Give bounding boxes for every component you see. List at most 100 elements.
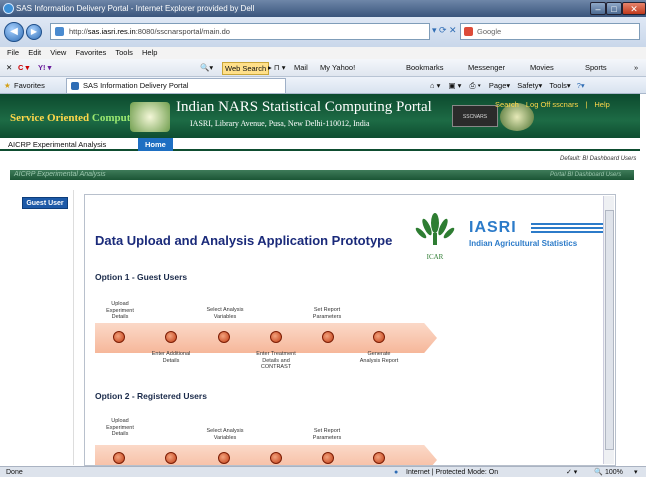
banner-links: Search Log Off sscnars | Help <box>495 100 610 109</box>
help-link[interactable]: Help <box>594 100 609 109</box>
option1-label-additional: Enter Additional Details <box>151 351 191 364</box>
forward-button[interactable]: ▶ <box>26 24 42 40</box>
toolbar-logo-icon[interactable]: C ▾ <box>18 59 29 77</box>
portal-address: IASRI, Library Avenue, Pusa, New Delhi-1… <box>190 119 370 128</box>
svg-text:ICAR: ICAR <box>427 253 444 261</box>
portal-title: Indian NARS Statistical Computing Portal <box>176 99 432 115</box>
minimize-button[interactable]: – <box>590 2 606 15</box>
sports-button[interactable]: Sports <box>585 59 607 77</box>
web-search-button[interactable]: Web Search <box>222 62 270 75</box>
option1-title: Option 1 - Guest Users <box>95 272 188 282</box>
favorites-button[interactable]: Favorites <box>14 77 45 94</box>
addon-toolbar: ✕ C ▾ Y! ▾ 🔍▾ Web Search ▸ ⊓ ▾ Mail My Y… <box>0 59 646 77</box>
option2-label-params: Set Report Parameters <box>312 428 342 441</box>
address-bar[interactable]: http://sas.iasri.res.in:8080/sscnarsport… <box>50 23 430 40</box>
option1-label-upload: Upload Experiment Details <box>106 301 134 320</box>
option2-step-1[interactable] <box>113 452 125 464</box>
option1-step-1[interactable] <box>113 331 125 343</box>
close-button[interactable]: ✕ <box>622 2 646 15</box>
section-right-label: Portal BI Dashboard Users <box>550 172 622 178</box>
google-icon <box>464 27 473 36</box>
option1-label-params: Set Report Parameters <box>312 307 342 320</box>
status-bar: Done ● Internet | Protected Mode: On ✓ ▾… <box>0 466 646 477</box>
help-icon[interactable]: ?▾ <box>577 81 585 90</box>
ie-logo-icon <box>3 3 14 14</box>
content-scrollbar[interactable] <box>603 196 614 464</box>
search-link[interactable]: Search <box>495 100 519 109</box>
sscnars-logo: SSCNARS <box>452 105 498 127</box>
zoom-dropdown-icon[interactable]: ▾ <box>634 467 638 478</box>
menu-favorites[interactable]: Favorites <box>75 48 106 57</box>
search-input[interactable]: Google <box>460 23 640 40</box>
toolbar-separator-icon: ▸ ⊓ ▾ <box>268 63 286 72</box>
close-toolbar-icon[interactable]: ✕ <box>6 59 12 77</box>
option2-step-4[interactable] <box>270 452 282 464</box>
section-title: AICRP Experimental Analysis <box>14 171 106 178</box>
option2-flow-arrow <box>95 445 437 465</box>
tools-menu[interactable]: Tools <box>549 81 567 90</box>
bookmarks-button[interactable]: Bookmarks <box>406 59 444 77</box>
menu-help[interactable]: Help <box>142 48 157 57</box>
option2-step-3[interactable] <box>218 452 230 464</box>
option1-flow-arrow <box>95 323 437 353</box>
option1-step-2[interactable] <box>165 331 177 343</box>
address-toolbar: ◀ ▶ http://sas.iasri.res.in:8080/sscnars… <box>0 17 646 47</box>
scrollbar-thumb[interactable] <box>605 210 614 450</box>
home-icon[interactable]: ⌂ ▾ <box>430 81 440 90</box>
globe-icon: ● <box>394 469 399 476</box>
option2-label-select: Select Analysis Variables <box>206 428 244 441</box>
maximize-button[interactable]: □ <box>606 2 622 15</box>
guest-user-button[interactable]: Guest User <box>22 197 68 209</box>
section-header: AICRP Experimental Analysis Portal BI Da… <box>10 170 634 180</box>
feeds-icon[interactable]: ▣ ▾ <box>448 81 461 90</box>
menu-view[interactable]: View <box>50 48 66 57</box>
banner-logo <box>130 102 170 132</box>
option1-step-3[interactable] <box>218 331 230 343</box>
option1-step-6[interactable] <box>373 331 385 343</box>
menu-bar: File Edit View Favorites Tools Help <box>0 47 646 59</box>
yahoo-logo-icon[interactable]: Y! ▾ <box>38 59 51 77</box>
option1-step-5[interactable] <box>322 331 334 343</box>
page-menu[interactable]: Page <box>489 81 507 90</box>
banner-tagline: Service Oriented Computing <box>10 112 146 124</box>
security-zone[interactable]: Internet | Protected Mode: On <box>406 467 498 478</box>
option2-step-6[interactable] <box>373 452 385 464</box>
safety-menu[interactable]: Safety <box>517 81 538 90</box>
favorites-bar: ★ Favorites SAS Information Delivery Por… <box>0 77 646 94</box>
mail-button[interactable]: Mail <box>294 59 308 77</box>
movies-button[interactable]: Movies <box>530 59 554 77</box>
more-chevron-icon[interactable]: » <box>634 59 638 77</box>
iasri-name: IASRI <box>469 219 517 236</box>
protected-mode-icon[interactable]: ✓ ▾ <box>566 467 577 478</box>
status-text: Done <box>6 469 23 476</box>
zoom-icon[interactable]: 🔍 <box>594 467 603 478</box>
logoff-link[interactable]: Log Off sscnars <box>526 100 578 109</box>
menu-tools[interactable]: Tools <box>115 48 133 57</box>
option2-step-5[interactable] <box>322 452 334 464</box>
zoom-level[interactable]: 100% <box>605 467 623 478</box>
window-title-bar: SAS Information Delivery Portal - Intern… <box>0 0 646 17</box>
refresh-stop-icons[interactable]: ▾ ⟳ ✕ <box>432 25 457 36</box>
tab-aicrp[interactable]: AICRP Experimental Analysis <box>8 138 106 151</box>
option2-title: Option 2 - Registered Users <box>95 391 207 401</box>
option1-label-report: Generate Analysis Report <box>359 351 399 364</box>
window-title: SAS Information Delivery Portal - Intern… <box>16 4 255 13</box>
favorites-star-icon[interactable]: ★ <box>4 77 11 94</box>
iasri-stripes <box>531 223 605 233</box>
print-icon[interactable]: ⎙ ▾ <box>470 81 481 90</box>
sas-icon <box>71 82 79 90</box>
search-icon[interactable]: 🔍▾ <box>200 59 213 77</box>
my-yahoo-button[interactable]: My Yahoo! <box>320 59 355 77</box>
menu-edit[interactable]: Edit <box>28 48 41 57</box>
option1-label-select: Select Analysis Variables <box>206 307 244 320</box>
left-sidebar <box>12 190 74 465</box>
back-button[interactable]: ◀ <box>4 22 24 42</box>
menu-file[interactable]: File <box>7 48 19 57</box>
option1-step-4[interactable] <box>270 331 282 343</box>
browser-tab[interactable]: SAS Information Delivery Portal <box>66 78 286 93</box>
option2-label-upload: Upload Experiment Details <box>106 418 134 437</box>
tab-home[interactable]: Home <box>138 138 173 151</box>
option2-step-2[interactable] <box>165 452 177 464</box>
messenger-button[interactable]: Messenger <box>468 59 505 77</box>
option1-label-treatment: Enter Treatment Details and CONTRAST <box>256 351 296 370</box>
